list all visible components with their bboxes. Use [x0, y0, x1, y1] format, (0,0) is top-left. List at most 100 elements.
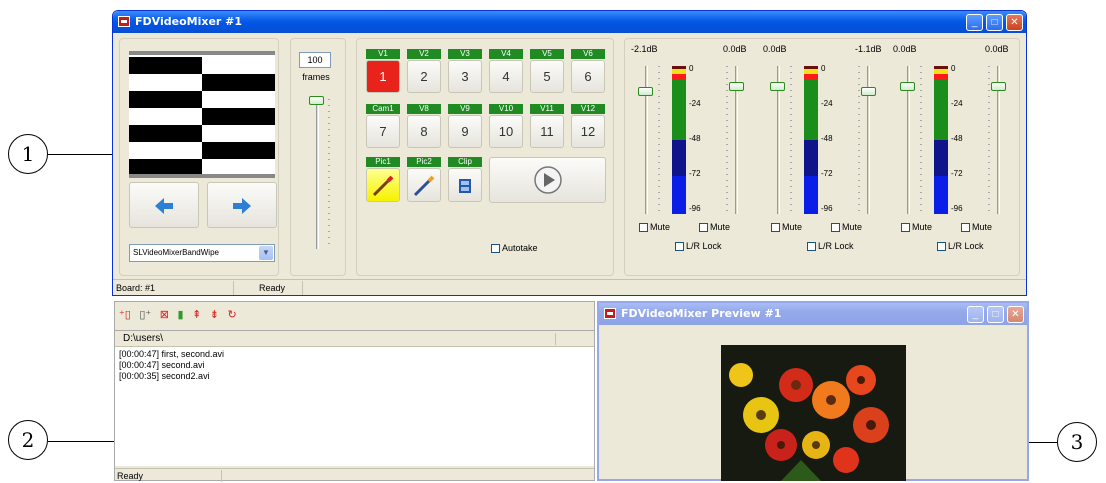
playlist-path: D:\users\ [123, 333, 164, 344]
close-button[interactable]: ✕ [1007, 306, 1024, 323]
maximize-button[interactable]: □ [987, 306, 1004, 323]
preview-video [721, 345, 906, 481]
volume-thumb-right[interactable] [861, 87, 876, 96]
frames-slider-ticks [328, 99, 330, 249]
mute-checkbox[interactable]: Mute [901, 222, 932, 233]
mixer-titlebar[interactable]: FDVideoMixer #1 _ □ ✕ [113, 11, 1026, 33]
refresh-icon[interactable]: ↻ [228, 309, 237, 321]
volume-thumb-left[interactable] [638, 87, 653, 96]
playlist-window: ⁺▯ ▯⁺ ⊠ ▮ ⇞ ⇟ ↻ D:\users\ [00:00:47] fir… [114, 301, 595, 482]
mute-check-box[interactable] [901, 223, 910, 233]
slider-ticks [988, 66, 990, 214]
lr-lock-label: L/R Lock [948, 241, 984, 251]
pic1-label: Pic1 [366, 157, 400, 167]
delete-icon[interactable]: ⊠ [160, 309, 169, 321]
meter-scale-label: -72 [821, 169, 833, 178]
callout-2-line [48, 441, 123, 442]
playlist-header: D:\users\ [115, 331, 594, 347]
frames-slider-track[interactable] [316, 99, 319, 249]
volume-thumb-right[interactable] [991, 82, 1006, 91]
clip-button[interactable] [448, 168, 482, 202]
meter-scale-label: -48 [821, 134, 833, 143]
maximize-button[interactable]: □ [986, 14, 1003, 31]
autotake-check-box[interactable] [491, 244, 500, 254]
level-meter [804, 66, 818, 214]
volume-thumb-right[interactable] [729, 82, 744, 91]
mute-checkbox[interactable]: Mute [771, 222, 802, 233]
channel-button-9[interactable]: 9 [448, 115, 482, 148]
channel-button-7[interactable]: 7 [366, 115, 400, 148]
channel-button-12[interactable]: 12 [571, 115, 605, 148]
db-readout-left: 0.0dB [893, 44, 917, 54]
volume-thumb-left[interactable] [770, 82, 785, 91]
mute-checkbox[interactable]: Mute [699, 222, 730, 233]
properties-icon[interactable]: ▮ [177, 309, 183, 321]
mute-check-box[interactable] [961, 223, 970, 233]
meter-scale-label: -96 [951, 204, 963, 213]
lr-lock-check-box[interactable] [937, 242, 946, 252]
minimize-button[interactable]: _ [967, 306, 984, 323]
slider-ticks [726, 66, 728, 214]
mute-checkbox[interactable]: Mute [639, 222, 671, 233]
effect-select-value: SLVideoMixerBandWipe [133, 248, 219, 257]
mute-checkbox[interactable]: Mute [831, 222, 862, 233]
mute-label: Mute [650, 222, 671, 232]
lr-lock-checkbox[interactable]: L/R Lock [807, 241, 854, 252]
list-item[interactable]: [00:00:47] second.avi [119, 360, 224, 371]
lr-lock-checkbox[interactable]: L/R Lock [675, 241, 722, 252]
channel-button-2[interactable]: 2 [407, 60, 441, 93]
move-up-icon[interactable]: ⇞ [192, 309, 201, 321]
channel-label-5: V5 [530, 49, 564, 59]
minimize-button[interactable]: _ [966, 14, 983, 31]
lr-lock-check-box[interactable] [675, 242, 684, 252]
channel-button-1[interactable]: 1 [366, 60, 400, 93]
lr-lock-label: L/R Lock [818, 241, 854, 251]
channel-button-6[interactable]: 6 [571, 60, 605, 93]
mute-check-box[interactable] [771, 223, 780, 233]
next-button[interactable] [207, 182, 277, 228]
add-after-icon[interactable]: ▯⁺ [139, 309, 151, 321]
channel-button-10[interactable]: 10 [489, 115, 523, 148]
close-button[interactable]: ✕ [1006, 14, 1023, 31]
meter-scale-label: 0 [689, 64, 694, 73]
play-button[interactable] [489, 157, 606, 203]
lr-lock-check-box[interactable] [807, 242, 816, 252]
arrow-right-icon [233, 198, 251, 214]
lr-lock-checkbox[interactable]: L/R Lock [937, 241, 984, 252]
channel-label-3: V3 [448, 49, 482, 59]
pic1-button[interactable] [366, 168, 400, 202]
channel-label-8: V8 [407, 104, 441, 114]
meter-scale-label: 0 [821, 64, 826, 73]
channel-button-8[interactable]: 8 [407, 115, 441, 148]
app-icon [118, 16, 130, 27]
list-item[interactable]: [00:00:47] first, second.avi [119, 349, 224, 360]
channel-button-3[interactable]: 3 [448, 60, 482, 93]
mute-check-box[interactable] [831, 223, 840, 233]
effect-select[interactable]: SLVideoMixerBandWipe ▼ [129, 244, 275, 262]
add-file-icon[interactable]: ⁺▯ [119, 309, 131, 321]
channel-button-11[interactable]: 11 [530, 115, 564, 148]
channel-label-7: Cam1 [366, 104, 400, 114]
list-item[interactable]: [00:00:35] second2.avi [119, 371, 224, 382]
prev-button[interactable] [129, 182, 199, 228]
frames-slider-thumb[interactable] [309, 96, 324, 105]
film-icon [459, 179, 471, 193]
play-icon [533, 166, 562, 194]
mute-check-box[interactable] [699, 223, 708, 233]
channel-button-5[interactable]: 5 [530, 60, 564, 93]
slider-ticks [920, 66, 922, 214]
move-down-icon[interactable]: ⇟ [210, 309, 219, 321]
chevron-down-icon[interactable]: ▼ [259, 246, 273, 260]
preview-titlebar[interactable]: FDVideoMixer Preview #1 _ □ ✕ [599, 303, 1027, 325]
mute-checkbox[interactable]: Mute [961, 222, 992, 233]
playlist-list[interactable]: D:\users\ [00:00:47] first, second.avi [0… [115, 330, 594, 466]
meter-scale-label: -48 [951, 134, 963, 143]
autotake-checkbox[interactable]: Autotake [491, 243, 538, 254]
channel-button-4[interactable]: 4 [489, 60, 523, 93]
mute-check-box[interactable] [639, 223, 648, 233]
volume-thumb-left[interactable] [900, 82, 915, 91]
channel-label-11: V11 [530, 104, 564, 114]
clip-label: Clip [448, 157, 482, 167]
pic2-button[interactable] [407, 168, 441, 202]
frames-input[interactable]: 100 [299, 52, 331, 68]
